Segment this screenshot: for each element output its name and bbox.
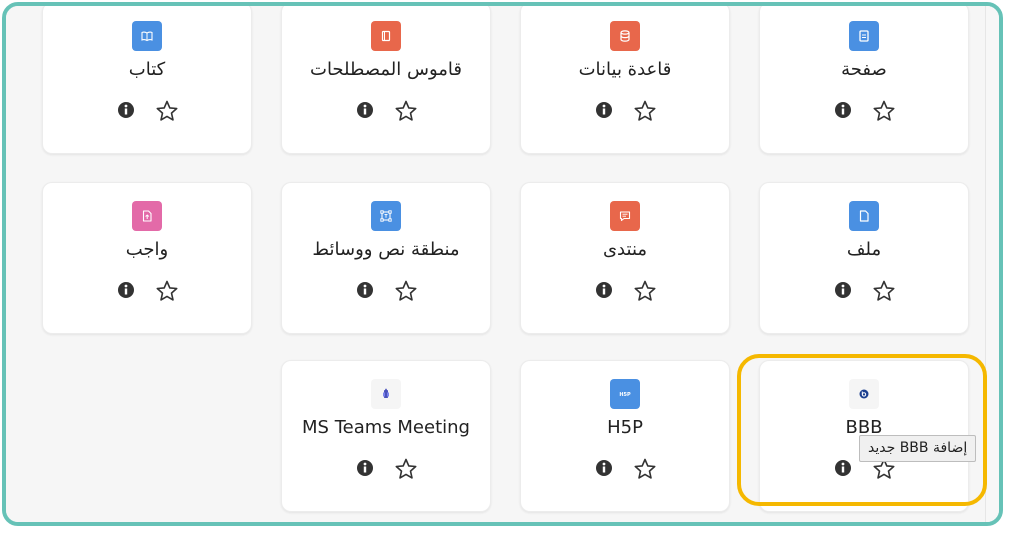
info-icon[interactable] bbox=[115, 279, 137, 301]
info-icon[interactable] bbox=[593, 457, 615, 479]
info-icon[interactable] bbox=[593, 99, 615, 121]
h5p-icon: H5P bbox=[610, 379, 640, 409]
page-icon bbox=[849, 21, 879, 51]
database-icon bbox=[610, 21, 640, 51]
info-icon[interactable] bbox=[354, 279, 376, 301]
activity-card-file[interactable]: ملف bbox=[759, 182, 969, 334]
activity-card-glossary[interactable]: قاموس المصطلحات bbox=[281, 6, 491, 154]
activity-grid: صفحة قاعدة بيانات قاموس المصطلحات كتاب م… bbox=[6, 6, 990, 522]
info-icon[interactable] bbox=[354, 99, 376, 121]
bigbluebutton-icon bbox=[849, 379, 879, 409]
activity-name: MS Teams Meeting bbox=[302, 417, 470, 438]
activity-card-forum[interactable]: منتدى bbox=[520, 182, 730, 334]
activity-card-ms-teams[interactable]: MS Teams Meeting bbox=[281, 360, 491, 512]
info-icon[interactable] bbox=[832, 99, 854, 121]
activity-name: قاعدة بيانات bbox=[578, 59, 672, 80]
activity-card-book[interactable]: كتاب bbox=[42, 6, 252, 154]
file-icon bbox=[849, 201, 879, 231]
star-icon[interactable] bbox=[872, 99, 896, 123]
star-icon[interactable] bbox=[633, 99, 657, 123]
star-icon[interactable] bbox=[633, 457, 657, 481]
glossary-icon bbox=[371, 21, 401, 51]
star-icon[interactable] bbox=[155, 99, 179, 123]
activity-name: قاموس المصطلحات bbox=[310, 59, 462, 80]
activity-name: صفحة bbox=[841, 59, 887, 80]
star-icon[interactable] bbox=[394, 457, 418, 481]
activity-name: منتدى bbox=[602, 239, 648, 260]
activity-name: ملف bbox=[846, 239, 882, 260]
vertical-scrollbar[interactable] bbox=[985, 6, 999, 522]
activity-name: منطقة نص ووسائط bbox=[312, 239, 460, 260]
text-media-icon bbox=[371, 201, 401, 231]
activity-card-text-media[interactable]: منطقة نص ووسائط bbox=[281, 182, 491, 334]
activity-card-assignment[interactable]: واجب bbox=[42, 182, 252, 334]
activity-card-database[interactable]: قاعدة بيانات bbox=[520, 6, 730, 154]
activity-card-page[interactable]: صفحة bbox=[759, 6, 969, 154]
activity-name: كتاب bbox=[128, 59, 166, 80]
tooltip: إضافة BBB جديد bbox=[859, 435, 977, 462]
info-icon[interactable] bbox=[832, 457, 854, 479]
assignment-icon bbox=[132, 201, 162, 231]
info-icon[interactable] bbox=[115, 99, 137, 121]
activity-name: H5P bbox=[607, 417, 643, 438]
star-icon[interactable] bbox=[872, 279, 896, 303]
activity-chooser-frame: صفحة قاعدة بيانات قاموس المصطلحات كتاب م… bbox=[2, 2, 1003, 526]
book-icon bbox=[132, 21, 162, 51]
activity-name: واجب bbox=[125, 239, 169, 260]
svg-text:H5P: H5P bbox=[619, 392, 631, 398]
star-icon[interactable] bbox=[394, 99, 418, 123]
info-icon[interactable] bbox=[354, 457, 376, 479]
ms-teams-icon bbox=[371, 379, 401, 409]
star-icon[interactable] bbox=[633, 279, 657, 303]
star-icon[interactable] bbox=[394, 279, 418, 303]
info-icon[interactable] bbox=[593, 279, 615, 301]
forum-icon bbox=[610, 201, 640, 231]
info-icon[interactable] bbox=[832, 279, 854, 301]
star-icon[interactable] bbox=[155, 279, 179, 303]
activity-card-h5p[interactable]: H5P H5P bbox=[520, 360, 730, 512]
